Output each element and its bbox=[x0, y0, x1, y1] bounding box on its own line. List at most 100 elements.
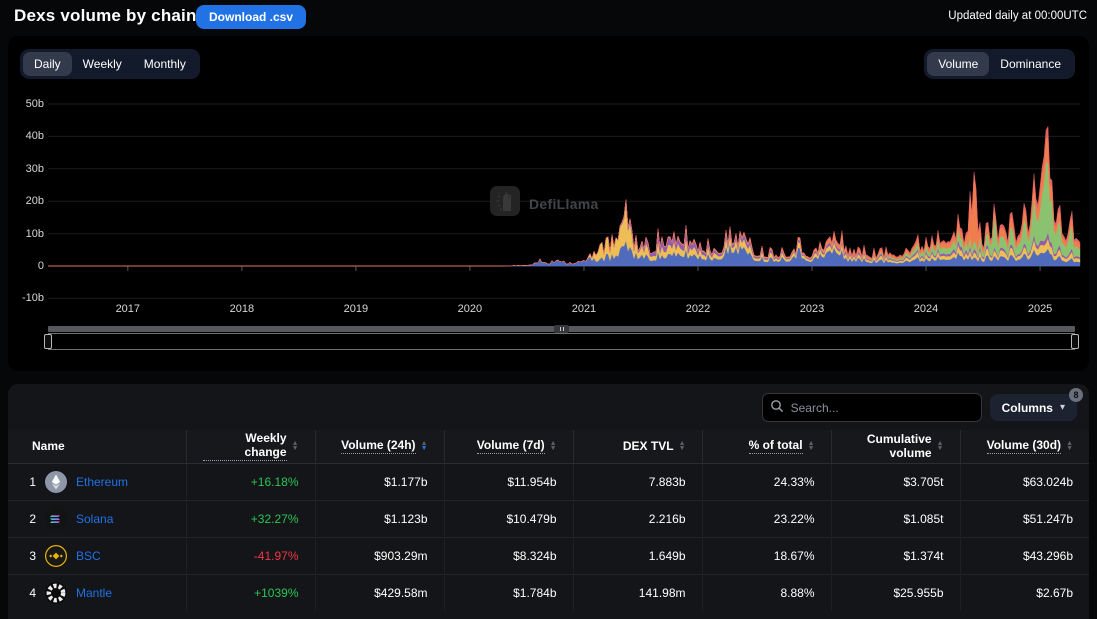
table-row: 3 BSC -41.97%$903.29m$8.324b1.649b18.67%$1… bbox=[8, 537, 1089, 574]
x-axis-label: 2023 bbox=[788, 303, 836, 315]
toggle-dominance[interactable]: Dominance bbox=[989, 52, 1072, 76]
cell-cumulative-volume: $25.955b bbox=[831, 574, 960, 611]
cell-dex-tvl: 2.216b bbox=[573, 500, 702, 537]
cell-volume-7d: $8.324b bbox=[444, 537, 573, 574]
y-axis-label: 10b bbox=[10, 228, 44, 240]
rank-number: 4 bbox=[24, 586, 36, 600]
cell-volume-24h: $903.29m bbox=[315, 537, 444, 574]
brush-window[interactable] bbox=[48, 333, 1075, 350]
columns-button[interactable]: Columns ▾ 8 bbox=[990, 394, 1077, 421]
chain-link-mantle[interactable]: Mantle bbox=[76, 586, 112, 600]
brush-handle-right[interactable] bbox=[1071, 334, 1079, 349]
cell-volume-7d: $1.784b bbox=[444, 574, 573, 611]
sort-icon[interactable]: ▲▼ bbox=[550, 441, 557, 451]
cell-weekly-change: +1039% bbox=[186, 574, 315, 611]
sort-icon[interactable]: ▲▼ bbox=[937, 441, 944, 451]
page-title: Dexs volume by chain bbox=[14, 6, 197, 26]
y-axis-label: 30b bbox=[10, 163, 44, 175]
x-axis-label: 2025 bbox=[1016, 303, 1064, 315]
zoom-slider-grip[interactable] bbox=[554, 325, 569, 333]
cell-volume-30d: $2.67b bbox=[960, 574, 1089, 611]
columns-count-badge: 8 bbox=[1069, 388, 1083, 402]
rank-number: 3 bbox=[24, 549, 36, 563]
solana-icon bbox=[45, 508, 67, 530]
updated-daily-label: Updated daily at 00:00UTC bbox=[948, 10, 1087, 22]
dexs-volume-page: Dexs volume by chain Download .csv Updat… bbox=[0, 0, 1097, 619]
x-axis-label: 2020 bbox=[446, 303, 494, 315]
sort-icon[interactable]: ▲▼ bbox=[679, 441, 686, 451]
chain-link-solana[interactable]: Solana bbox=[76, 512, 113, 526]
chart-panel: 50b 40b 30b 20b 10b 0 -10b 2017 2018 2019 2020 202… bbox=[8, 36, 1089, 371]
column-header--of-total[interactable]: % of total▲▼ bbox=[702, 430, 831, 463]
y-axis-label: 0 bbox=[10, 260, 44, 272]
cell-weekly-change: -41.97% bbox=[186, 537, 315, 574]
rank-number: 1 bbox=[24, 475, 36, 489]
table-header-row: NameWeekly change▲▼Volume (24h)▲▼Volume … bbox=[8, 430, 1089, 463]
cell-cumulative-volume: $1.374t bbox=[831, 537, 960, 574]
column-header-volume-30d-[interactable]: Volume (30d)▲▼ bbox=[960, 430, 1089, 463]
period-tabs: DailyWeeklyMonthly bbox=[20, 49, 200, 79]
y-axis-label: 50b bbox=[10, 98, 44, 110]
search-input[interactable] bbox=[762, 393, 982, 422]
cell-weekly-change: +16.18% bbox=[186, 463, 315, 500]
top-bar: Dexs volume by chain Download .csv Updat… bbox=[0, 0, 1097, 36]
cell-volume-24h: $1.177b bbox=[315, 463, 444, 500]
cell-volume-7d: $11.954b bbox=[444, 463, 573, 500]
sort-icon[interactable]: ▲▼ bbox=[421, 441, 428, 451]
cell-cumulative-volume: $1.085t bbox=[831, 500, 960, 537]
cell-volume-30d: $51.247b bbox=[960, 500, 1089, 537]
mantle-icon bbox=[45, 582, 67, 604]
table-toolbar: Columns ▾ 8 bbox=[762, 393, 1077, 422]
chain-link-ethereum[interactable]: Ethereum bbox=[76, 475, 128, 489]
table-body: 1 Ethereum +16.18%$1.177b$11.954b7.883b24.… bbox=[8, 463, 1089, 611]
tab-monthly[interactable]: Monthly bbox=[133, 52, 197, 76]
ethereum-icon bbox=[45, 471, 67, 493]
cell-dex-tvl: 1.649b bbox=[573, 537, 702, 574]
cell-dex-tvl: 7.883b bbox=[573, 463, 702, 500]
tab-weekly[interactable]: Weekly bbox=[72, 52, 133, 76]
x-axis-label: 2024 bbox=[902, 303, 950, 315]
x-axis-label: 2021 bbox=[560, 303, 608, 315]
x-axis-label: 2019 bbox=[332, 303, 380, 315]
sort-icon[interactable]: ▲▼ bbox=[808, 441, 815, 451]
table-row: 1 Ethereum +16.18%$1.177b$11.954b7.883b24.… bbox=[8, 463, 1089, 500]
table-row: 2 Solana +32.27%$1.123b$10.479b2.216b23.22… bbox=[8, 500, 1089, 537]
cell-dex-tvl: 141.98m bbox=[573, 574, 702, 611]
tab-daily[interactable]: Daily bbox=[23, 52, 72, 76]
search-icon bbox=[770, 399, 784, 418]
cell-volume-24h: $1.123b bbox=[315, 500, 444, 537]
zoom-slider-track[interactable] bbox=[48, 326, 1075, 332]
y-axis-label: 40b bbox=[10, 130, 44, 142]
x-axis-label: 2017 bbox=[104, 303, 152, 315]
y-axis-label: 20b bbox=[10, 195, 44, 207]
defillama-logo-icon bbox=[490, 186, 520, 221]
sort-icon[interactable]: ▲▼ bbox=[1066, 441, 1073, 451]
column-header-volume-24h-[interactable]: Volume (24h)▲▼ bbox=[315, 430, 444, 463]
cell-pct-of-total: 18.67% bbox=[702, 537, 831, 574]
y-axis-label: -10b bbox=[10, 292, 44, 304]
chains-table: NameWeekly change▲▼Volume (24h)▲▼Volume … bbox=[8, 430, 1089, 611]
watermark-text: DefiLlama bbox=[529, 196, 599, 212]
chain-link-bsc[interactable]: BSC bbox=[76, 549, 101, 563]
x-axis-label: 2018 bbox=[218, 303, 266, 315]
brush-handle-left[interactable] bbox=[44, 334, 52, 349]
cell-volume-30d: $63.024b bbox=[960, 463, 1089, 500]
bsc-icon bbox=[45, 545, 67, 567]
cell-volume-24h: $429.58m bbox=[315, 574, 444, 611]
cell-pct-of-total: 24.33% bbox=[702, 463, 831, 500]
cell-volume-30d: $43.296b bbox=[960, 537, 1089, 574]
column-header-dex-tvl[interactable]: DEX TVL▲▼ bbox=[573, 430, 702, 463]
column-header-cumulative-volume[interactable]: Cumulative volume▲▼ bbox=[831, 430, 960, 463]
column-header-name: Name bbox=[8, 430, 186, 463]
toggle-volume[interactable]: Volume bbox=[927, 52, 989, 76]
cell-pct-of-total: 23.22% bbox=[702, 500, 831, 537]
chevron-down-icon: ▾ bbox=[1060, 402, 1065, 413]
sort-icon[interactable]: ▲▼ bbox=[292, 441, 299, 451]
cell-weekly-change: +32.27% bbox=[186, 500, 315, 537]
download-csv-button[interactable]: Download .csv bbox=[196, 5, 306, 29]
rank-number: 2 bbox=[24, 512, 36, 526]
column-header-weekly-change[interactable]: Weekly change▲▼ bbox=[186, 430, 315, 463]
column-header-volume-7d-[interactable]: Volume (7d)▲▼ bbox=[444, 430, 573, 463]
table-row: 4Mantle+1039%$429.58m$1.784b141.98m8.88%… bbox=[8, 574, 1089, 611]
cell-volume-7d: $10.479b bbox=[444, 500, 573, 537]
